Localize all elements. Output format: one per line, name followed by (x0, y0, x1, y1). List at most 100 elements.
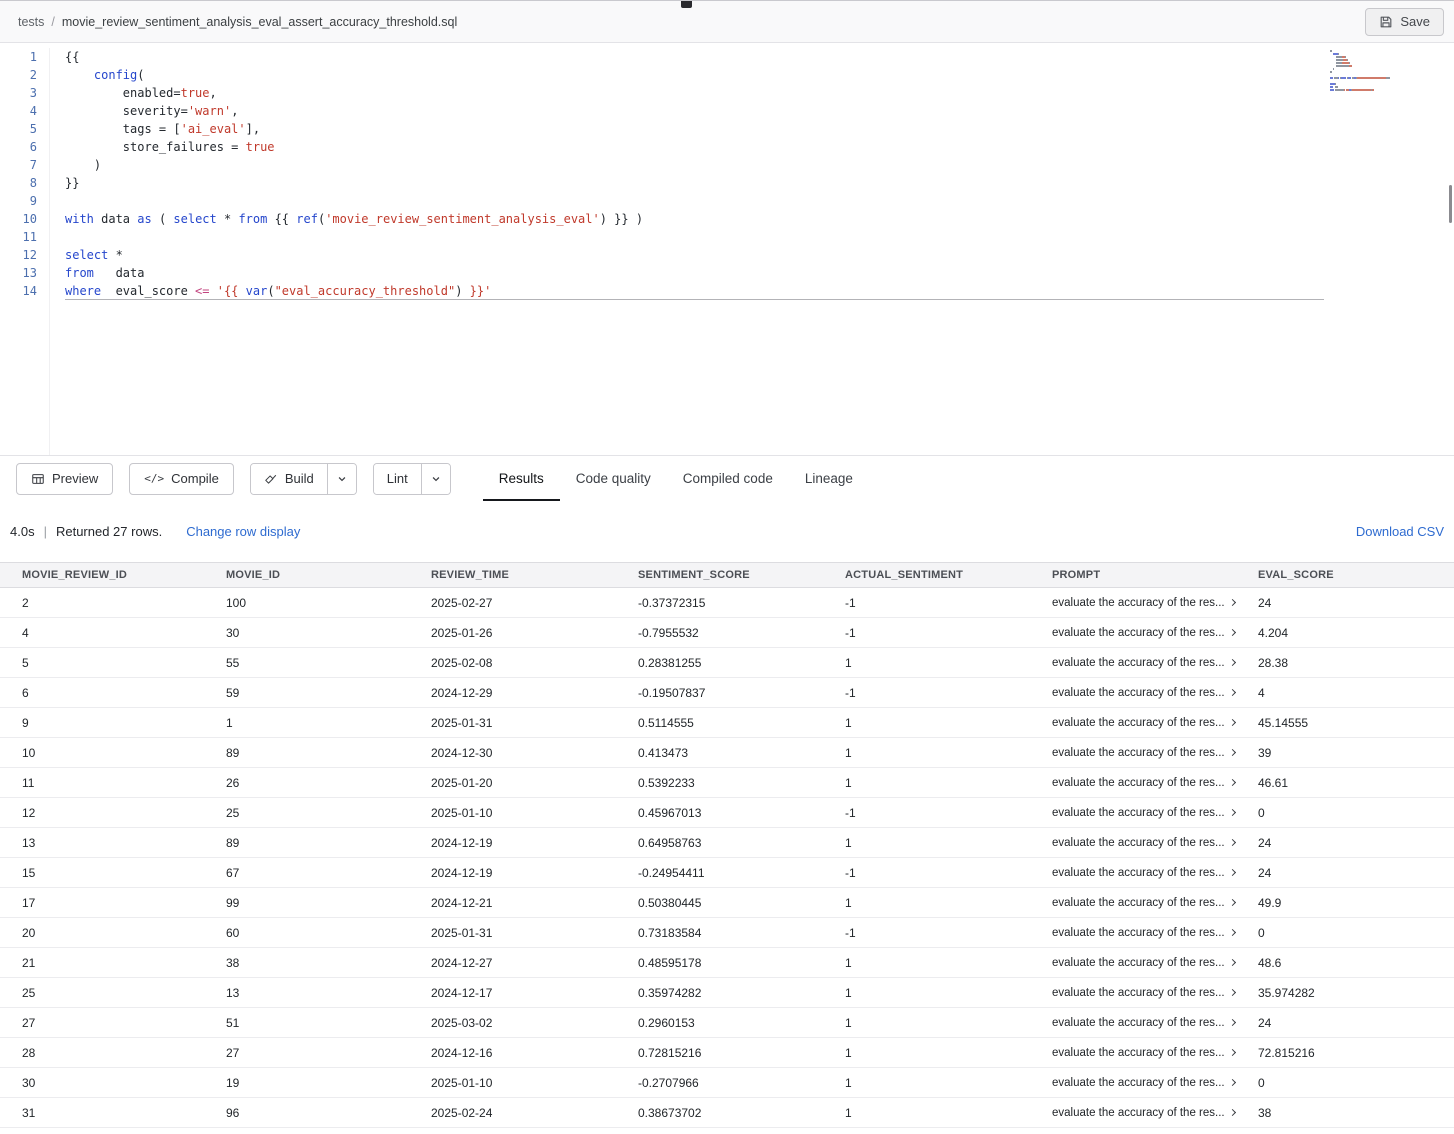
code-line[interactable]: where eval_score <= '{{ var("eval_accura… (65, 282, 1324, 300)
prompt-expand-icon[interactable] (1229, 599, 1236, 606)
tab-results[interactable]: Results (483, 456, 560, 501)
code-line[interactable]: }} (65, 174, 1454, 192)
table-cell: 2024-12-21 (431, 896, 638, 910)
column-header-prompt[interactable]: PROMPT (1052, 569, 1258, 581)
breadcrumb-separator: / (51, 15, 54, 29)
prompt-expand-icon[interactable] (1229, 1049, 1236, 1056)
table-row[interactable]: 10892024-12-300.4134731evaluate the accu… (0, 738, 1454, 768)
table-row[interactable]: 5552025-02-080.283812551evaluate the acc… (0, 648, 1454, 678)
prompt-expand-icon[interactable] (1229, 929, 1236, 936)
prompt-expand-icon[interactable] (1229, 809, 1236, 816)
table-cell: 99 (226, 896, 431, 910)
table-row[interactable]: 11262025-01-200.53922331evaluate the acc… (0, 768, 1454, 798)
prompt-cell: evaluate the accuracy of the res... (1052, 687, 1258, 699)
code-editor[interactable]: 1234567891011121314 {{ config( enabled=t… (0, 43, 1454, 456)
column-header-movie-id[interactable]: MOVIE_ID (226, 569, 431, 581)
tab-code-quality[interactable]: Code quality (560, 456, 667, 501)
minimap[interactable] (1330, 50, 1406, 92)
save-button[interactable]: Save (1365, 8, 1444, 36)
table-row[interactable]: 27512025-03-020.29601531evaluate the acc… (0, 1008, 1454, 1038)
preview-button[interactable]: Preview (16, 463, 113, 495)
column-header-review-time[interactable]: REVIEW_TIME (431, 569, 638, 581)
lint-button[interactable]: Lint (374, 464, 421, 494)
code-line[interactable]: with data as ( select * from {{ ref('mov… (65, 210, 1454, 228)
code-line[interactable]: from data (65, 264, 1454, 282)
prompt-expand-icon[interactable] (1229, 959, 1236, 966)
table-row[interactable]: 21382024-12-270.485951781evaluate the ac… (0, 948, 1454, 978)
prompt-expand-icon[interactable] (1229, 719, 1236, 726)
line-number: 1 (0, 48, 37, 66)
code-line[interactable] (65, 192, 1454, 210)
prompt-expand-icon[interactable] (1229, 899, 1236, 906)
table-row[interactable]: 20602025-01-310.73183584-1evaluate the a… (0, 918, 1454, 948)
prompt-expand-icon[interactable] (1229, 749, 1236, 756)
build-button[interactable]: Build (251, 464, 327, 494)
table-row[interactable]: 4302025-01-26-0.7955532-1evaluate the ac… (0, 618, 1454, 648)
table-row[interactable]: 17992024-12-210.503804451evaluate the ac… (0, 888, 1454, 918)
chevron-down-icon (337, 474, 347, 484)
preview-label: Preview (52, 471, 98, 486)
table-cell: 4 (22, 626, 226, 640)
table-cell: 9 (22, 716, 226, 730)
table-row[interactable]: 15672024-12-19-0.24954411-1evaluate the … (0, 858, 1454, 888)
prompt-expand-icon[interactable] (1229, 1079, 1236, 1086)
prompt-expand-icon[interactable] (1229, 1019, 1236, 1026)
code-line[interactable]: enabled=true, (65, 84, 1454, 102)
compile-button[interactable]: </> Compile (129, 463, 234, 495)
tab-compiled-code[interactable]: Compiled code (667, 456, 789, 501)
column-header-sentiment-score[interactable]: SENTIMENT_SCORE (638, 569, 845, 581)
scrollbar-thumb[interactable] (1449, 185, 1452, 223)
build-dropdown-button[interactable] (327, 464, 356, 494)
code-lines[interactable]: {{ config( enabled=true, severity='warn'… (50, 48, 1454, 455)
eval-score-cell: 24 (1258, 1016, 1454, 1030)
prompt-expand-icon[interactable] (1229, 659, 1236, 666)
line-number: 7 (0, 156, 37, 174)
code-line[interactable]: {{ (65, 48, 1454, 66)
table-cell: 2025-02-08 (431, 656, 638, 670)
table-cell: 17 (22, 896, 226, 910)
table-row[interactable]: 28272024-12-160.728152161evaluate the ac… (0, 1038, 1454, 1068)
prompt-expand-icon[interactable] (1229, 629, 1236, 636)
eval-score-cell: 72.815216 (1258, 1046, 1454, 1060)
prompt-expand-icon[interactable] (1229, 689, 1236, 696)
column-header-movie-review-id[interactable]: MOVIE_REVIEW_ID (22, 569, 226, 581)
code-line[interactable]: store_failures = true (65, 138, 1454, 156)
tab-lineage[interactable]: Lineage (789, 456, 869, 501)
download-csv-link[interactable]: Download CSV (1356, 524, 1444, 539)
gutter: 1234567891011121314 (0, 48, 50, 455)
change-row-display-link[interactable]: Change row display (186, 524, 300, 539)
lint-dropdown-button[interactable] (421, 464, 450, 494)
prompt-expand-icon[interactable] (1229, 839, 1236, 846)
code-line[interactable]: select * (65, 246, 1454, 264)
prompt-expand-icon[interactable] (1229, 779, 1236, 786)
table-row[interactable]: 25132024-12-170.359742821evaluate the ac… (0, 978, 1454, 1008)
build-label: Build (285, 471, 314, 486)
prompt-text: evaluate the accuracy of the res... (1052, 687, 1225, 699)
prompt-text: evaluate the accuracy of the res... (1052, 657, 1225, 669)
table-cell: 89 (226, 836, 431, 850)
table-row[interactable]: 30192025-01-10-0.27079661evaluate the ac… (0, 1068, 1454, 1098)
code-line[interactable]: config( (65, 66, 1454, 84)
breadcrumb-folder[interactable]: tests (18, 15, 44, 29)
prompt-text: evaluate the accuracy of the res... (1052, 867, 1225, 879)
table-row[interactable]: 12252025-01-100.45967013-1evaluate the a… (0, 798, 1454, 828)
table-cell: 2025-02-27 (431, 596, 638, 610)
prompt-expand-icon[interactable] (1229, 869, 1236, 876)
column-header-eval-score[interactable]: EVAL_SCORE (1258, 569, 1454, 581)
code-line[interactable]: tags = ['ai_eval'], (65, 120, 1454, 138)
table-row[interactable]: 21002025-02-27-0.37372315-1evaluate the … (0, 588, 1454, 618)
code-line[interactable]: ) (65, 156, 1454, 174)
column-header-actual-sentiment[interactable]: ACTUAL_SENTIMENT (845, 569, 1052, 581)
prompt-expand-icon[interactable] (1229, 1109, 1236, 1116)
table-cell: 55 (226, 656, 431, 670)
code-line[interactable]: severity='warn', (65, 102, 1454, 120)
code-line[interactable] (65, 228, 1454, 246)
prompt-expand-icon[interactable] (1229, 989, 1236, 996)
table-cell: -1 (845, 926, 1052, 940)
table-row[interactable]: 31962025-02-240.386737021evaluate the ac… (0, 1098, 1454, 1128)
table-row[interactable]: 6592024-12-29-0.19507837-1evaluate the a… (0, 678, 1454, 708)
table-row[interactable]: 13892024-12-190.649587631evaluate the ac… (0, 828, 1454, 858)
eval-score-cell: 0 (1258, 926, 1454, 940)
table-row[interactable]: 912025-01-310.51145551evaluate the accur… (0, 708, 1454, 738)
table-cell: 2024-12-30 (431, 746, 638, 760)
